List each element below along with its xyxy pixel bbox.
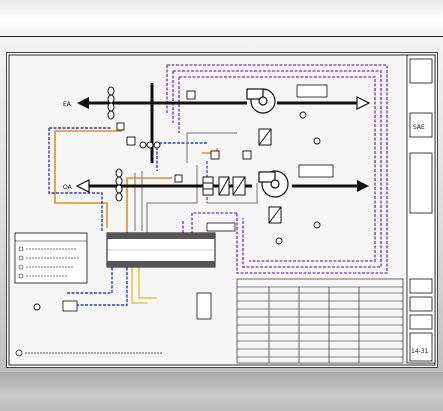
controller-panel — [106, 232, 216, 268]
drawing-sheet: EA OA SAE 14-31 — [6, 52, 438, 368]
schedule-table — [236, 278, 404, 364]
sensor-box — [62, 300, 78, 312]
exhaust-label: EA — [63, 101, 72, 108]
title-block — [406, 54, 436, 364]
notes-line — [15, 349, 162, 357]
outdoor-label: OA — [63, 184, 73, 191]
sheet-number: 14-31 — [411, 348, 429, 355]
outdoor-arrow-icon — [75, 179, 90, 193]
exhaust-arrow-icon — [77, 97, 89, 109]
fan-icon — [246, 88, 276, 114]
hvac-control-diagram: EA OA SAE 14-31 — [8, 54, 436, 366]
yellow-wiring — [131, 265, 157, 304]
top-bar — [0, 0, 443, 37]
supply-fan-icon — [258, 170, 289, 198]
supply-arrow-icon — [357, 180, 369, 192]
app-window: EA OA SAE 14-31 — [0, 0, 443, 411]
legend-box — [14, 232, 88, 284]
title-block-label: SAE — [413, 124, 425, 131]
bottom-band — [0, 372, 443, 411]
return-arrow-icon — [356, 96, 371, 110]
terminal-box — [196, 292, 212, 320]
